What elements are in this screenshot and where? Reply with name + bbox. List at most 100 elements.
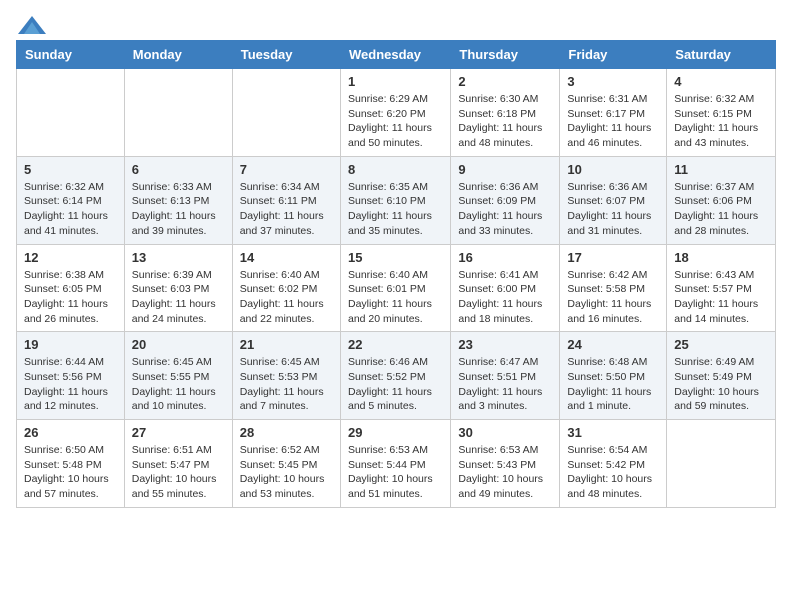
day-number: 24 xyxy=(567,337,659,352)
day-number: 2 xyxy=(458,74,552,89)
calendar-day-cell: 2 Sunrise: 6:30 AM Sunset: 6:18 PM Daylig… xyxy=(451,69,560,157)
day-info: Sunrise: 6:39 AM Sunset: 6:03 PM Dayligh… xyxy=(132,268,225,327)
column-header-tuesday: Tuesday xyxy=(232,41,340,69)
day-number: 17 xyxy=(567,250,659,265)
day-info: Sunrise: 6:45 AM Sunset: 5:53 PM Dayligh… xyxy=(240,355,333,414)
day-info: Sunrise: 6:36 AM Sunset: 6:09 PM Dayligh… xyxy=(458,180,552,239)
day-number: 27 xyxy=(132,425,225,440)
day-number: 9 xyxy=(458,162,552,177)
day-number: 10 xyxy=(567,162,659,177)
day-number: 12 xyxy=(24,250,117,265)
day-info: Sunrise: 6:43 AM Sunset: 5:57 PM Dayligh… xyxy=(674,268,768,327)
day-info: Sunrise: 6:45 AM Sunset: 5:55 PM Dayligh… xyxy=(132,355,225,414)
day-info: Sunrise: 6:52 AM Sunset: 5:45 PM Dayligh… xyxy=(240,443,333,502)
day-info: Sunrise: 6:40 AM Sunset: 6:01 PM Dayligh… xyxy=(348,268,443,327)
day-number: 30 xyxy=(458,425,552,440)
calendar-day-cell: 26 Sunrise: 6:50 AM Sunset: 5:48 PM Dayli… xyxy=(17,420,125,508)
calendar-day-cell: 19 Sunrise: 6:44 AM Sunset: 5:56 PM Dayli… xyxy=(17,332,125,420)
day-number: 8 xyxy=(348,162,443,177)
calendar-day-cell: 12 Sunrise: 6:38 AM Sunset: 6:05 PM Dayli… xyxy=(17,244,125,332)
calendar-day-cell: 31 Sunrise: 6:54 AM Sunset: 5:42 PM Dayli… xyxy=(560,420,667,508)
calendar-week-row: 19 Sunrise: 6:44 AM Sunset: 5:56 PM Dayli… xyxy=(17,332,776,420)
day-info: Sunrise: 6:31 AM Sunset: 6:17 PM Dayligh… xyxy=(567,92,659,151)
calendar-day-cell: 11 Sunrise: 6:37 AM Sunset: 6:06 PM Dayli… xyxy=(667,156,776,244)
day-info: Sunrise: 6:38 AM Sunset: 6:05 PM Dayligh… xyxy=(24,268,117,327)
calendar-day-cell: 18 Sunrise: 6:43 AM Sunset: 5:57 PM Dayli… xyxy=(667,244,776,332)
day-info: Sunrise: 6:37 AM Sunset: 6:06 PM Dayligh… xyxy=(674,180,768,239)
day-number: 6 xyxy=(132,162,225,177)
calendar-day-cell: 27 Sunrise: 6:51 AM Sunset: 5:47 PM Dayli… xyxy=(124,420,232,508)
day-info: Sunrise: 6:48 AM Sunset: 5:50 PM Dayligh… xyxy=(567,355,659,414)
calendar-day-cell: 30 Sunrise: 6:53 AM Sunset: 5:43 PM Dayli… xyxy=(451,420,560,508)
calendar-day-cell: 3 Sunrise: 6:31 AM Sunset: 6:17 PM Daylig… xyxy=(560,69,667,157)
calendar-day-cell: 7 Sunrise: 6:34 AM Sunset: 6:11 PM Daylig… xyxy=(232,156,340,244)
day-number: 4 xyxy=(674,74,768,89)
calendar-week-row: 1Sunrise: 6:29 AM Sunset: 6:20 PM Daylig… xyxy=(17,69,776,157)
day-info: Sunrise: 6:51 AM Sunset: 5:47 PM Dayligh… xyxy=(132,443,225,502)
calendar-day-cell: 9 Sunrise: 6:36 AM Sunset: 6:09 PM Daylig… xyxy=(451,156,560,244)
calendar-day-cell: 1Sunrise: 6:29 AM Sunset: 6:20 PM Daylig… xyxy=(340,69,450,157)
day-info: Sunrise: 6:49 AM Sunset: 5:49 PM Dayligh… xyxy=(674,355,768,414)
day-info: Sunrise: 6:42 AM Sunset: 5:58 PM Dayligh… xyxy=(567,268,659,327)
day-info: Sunrise: 6:32 AM Sunset: 6:15 PM Dayligh… xyxy=(674,92,768,151)
day-number: 16 xyxy=(458,250,552,265)
calendar-day-cell: 21Sunrise: 6:45 AM Sunset: 5:53 PM Dayli… xyxy=(232,332,340,420)
calendar-day-cell: 15 Sunrise: 6:40 AM Sunset: 6:01 PM Dayli… xyxy=(340,244,450,332)
column-header-monday: Monday xyxy=(124,41,232,69)
calendar-day-cell: 14 Sunrise: 6:40 AM Sunset: 6:02 PM Dayli… xyxy=(232,244,340,332)
calendar-day-cell: 17 Sunrise: 6:42 AM Sunset: 5:58 PM Dayli… xyxy=(560,244,667,332)
day-info: Sunrise: 6:46 AM Sunset: 5:52 PM Dayligh… xyxy=(348,355,443,414)
day-info: Sunrise: 6:50 AM Sunset: 5:48 PM Dayligh… xyxy=(24,443,117,502)
calendar-empty-cell xyxy=(124,69,232,157)
day-info: Sunrise: 6:36 AM Sunset: 6:07 PM Dayligh… xyxy=(567,180,659,239)
logo xyxy=(16,16,46,30)
day-number: 28 xyxy=(240,425,333,440)
calendar-day-cell: 29Sunrise: 6:53 AM Sunset: 5:44 PM Dayli… xyxy=(340,420,450,508)
day-info: Sunrise: 6:33 AM Sunset: 6:13 PM Dayligh… xyxy=(132,180,225,239)
calendar-day-cell: 25Sunrise: 6:49 AM Sunset: 5:49 PM Dayli… xyxy=(667,332,776,420)
calendar-empty-cell xyxy=(17,69,125,157)
day-info: Sunrise: 6:35 AM Sunset: 6:10 PM Dayligh… xyxy=(348,180,443,239)
calendar-week-row: 5 Sunrise: 6:32 AM Sunset: 6:14 PM Daylig… xyxy=(17,156,776,244)
column-header-friday: Friday xyxy=(560,41,667,69)
calendar-day-cell: 13Sunrise: 6:39 AM Sunset: 6:03 PM Dayli… xyxy=(124,244,232,332)
page-header xyxy=(16,16,776,30)
calendar-week-row: 26 Sunrise: 6:50 AM Sunset: 5:48 PM Dayli… xyxy=(17,420,776,508)
calendar-day-cell: 5 Sunrise: 6:32 AM Sunset: 6:14 PM Daylig… xyxy=(17,156,125,244)
day-info: Sunrise: 6:41 AM Sunset: 6:00 PM Dayligh… xyxy=(458,268,552,327)
column-header-saturday: Saturday xyxy=(667,41,776,69)
calendar-day-cell: 4 Sunrise: 6:32 AM Sunset: 6:15 PM Daylig… xyxy=(667,69,776,157)
day-number: 19 xyxy=(24,337,117,352)
calendar-week-row: 12 Sunrise: 6:38 AM Sunset: 6:05 PM Dayli… xyxy=(17,244,776,332)
calendar-day-cell: 6 Sunrise: 6:33 AM Sunset: 6:13 PM Daylig… xyxy=(124,156,232,244)
day-number: 18 xyxy=(674,250,768,265)
day-number: 5 xyxy=(24,162,117,177)
day-info: Sunrise: 6:44 AM Sunset: 5:56 PM Dayligh… xyxy=(24,355,117,414)
calendar-day-cell: 28 Sunrise: 6:52 AM Sunset: 5:45 PM Dayli… xyxy=(232,420,340,508)
day-info: Sunrise: 6:54 AM Sunset: 5:42 PM Dayligh… xyxy=(567,443,659,502)
day-info: Sunrise: 6:53 AM Sunset: 5:43 PM Dayligh… xyxy=(458,443,552,502)
day-number: 15 xyxy=(348,250,443,265)
calendar-empty-cell xyxy=(667,420,776,508)
calendar-table: SundayMondayTuesdayWednesdayThursdayFrid… xyxy=(16,40,776,508)
day-number: 3 xyxy=(567,74,659,89)
column-header-sunday: Sunday xyxy=(17,41,125,69)
day-number: 11 xyxy=(674,162,768,177)
calendar-day-cell: 23Sunrise: 6:47 AM Sunset: 5:51 PM Dayli… xyxy=(451,332,560,420)
day-number: 20 xyxy=(132,337,225,352)
calendar-empty-cell xyxy=(232,69,340,157)
calendar-day-cell: 20 Sunrise: 6:45 AM Sunset: 5:55 PM Dayli… xyxy=(124,332,232,420)
day-info: Sunrise: 6:30 AM Sunset: 6:18 PM Dayligh… xyxy=(458,92,552,151)
day-info: Sunrise: 6:32 AM Sunset: 6:14 PM Dayligh… xyxy=(24,180,117,239)
day-info: Sunrise: 6:40 AM Sunset: 6:02 PM Dayligh… xyxy=(240,268,333,327)
day-number: 31 xyxy=(567,425,659,440)
day-number: 7 xyxy=(240,162,333,177)
logo-icon xyxy=(18,16,46,34)
day-info: Sunrise: 6:34 AM Sunset: 6:11 PM Dayligh… xyxy=(240,180,333,239)
column-header-wednesday: Wednesday xyxy=(340,41,450,69)
calendar-day-cell: 16 Sunrise: 6:41 AM Sunset: 6:00 PM Dayli… xyxy=(451,244,560,332)
day-number: 1 xyxy=(348,74,443,89)
day-number: 14 xyxy=(240,250,333,265)
day-number: 26 xyxy=(24,425,117,440)
day-info: Sunrise: 6:47 AM Sunset: 5:51 PM Dayligh… xyxy=(458,355,552,414)
